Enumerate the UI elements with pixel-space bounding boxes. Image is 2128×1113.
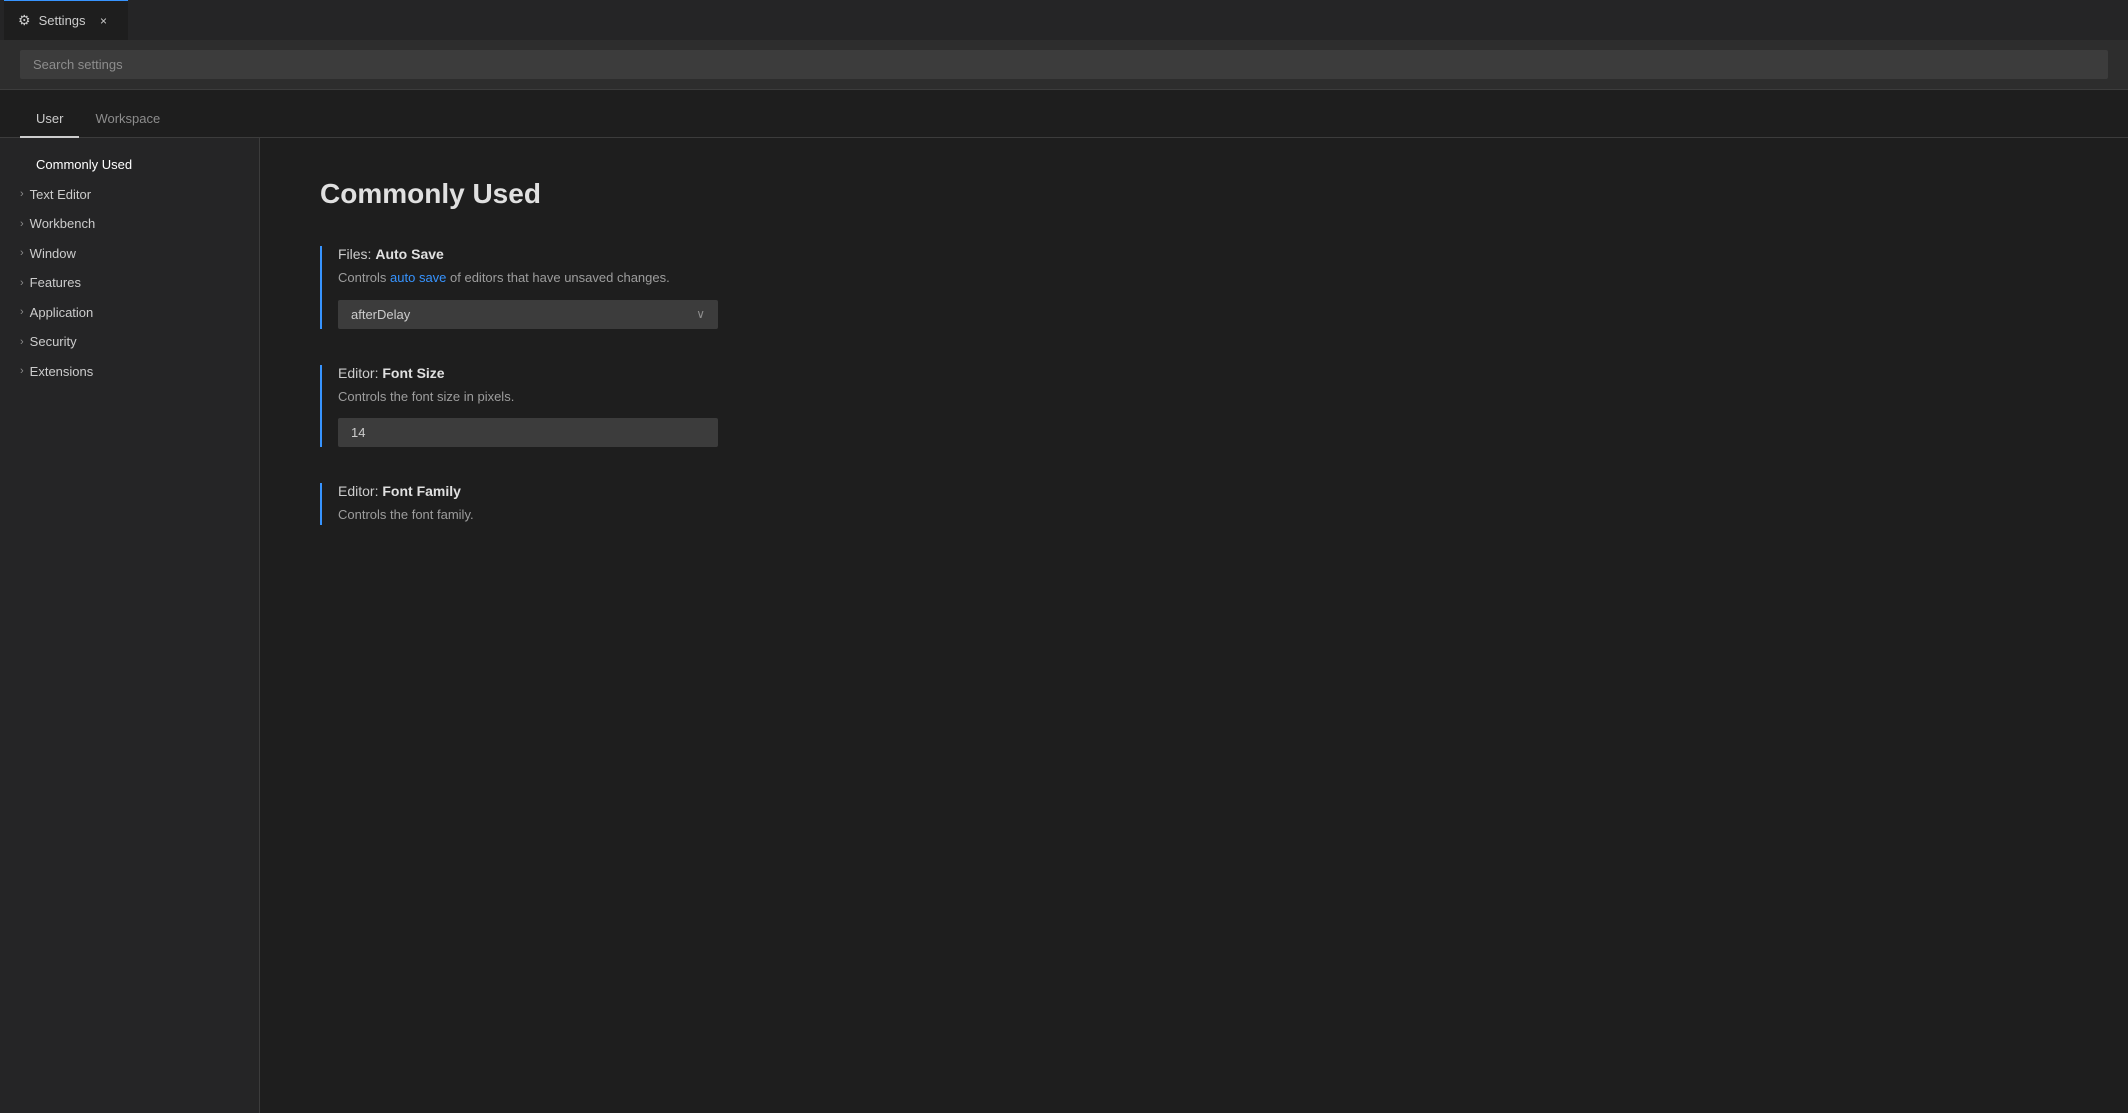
sidebar-item-text-editor[interactable]: › Text Editor (0, 180, 259, 210)
sidebar-item-label: Commonly Used (36, 155, 132, 175)
sidebar-item-label: Features (30, 273, 81, 293)
sidebar-item-window[interactable]: › Window (0, 239, 259, 269)
tab-bar: ⚙ Settings × (0, 0, 2128, 40)
tab-workspace[interactable]: Workspace (79, 101, 176, 138)
chevron-down-icon: ∨ (696, 307, 705, 321)
setting-desc-plain: Controls (338, 270, 390, 285)
setting-desc-plain: Controls the font size in pixels. (338, 389, 514, 404)
tab-user[interactable]: User (20, 101, 79, 138)
sidebar: Commonly Used › Text Editor › Workbench … (0, 138, 260, 1113)
setting-label-font-family: Editor: Font Family (338, 483, 2068, 499)
section-title: Commonly Used (320, 178, 2068, 210)
tab-label: Settings (39, 13, 86, 28)
setting-description-font-size: Controls the font size in pixels. (338, 387, 2068, 407)
auto-save-dropdown[interactable]: afterDelay ∨ (338, 300, 718, 329)
chevron-right-icon: › (20, 275, 24, 292)
settings-tab[interactable]: ⚙ Settings × (4, 0, 128, 40)
chevron-right-icon: › (20, 304, 24, 321)
chevron-right-icon: › (20, 245, 24, 262)
main-content: Commonly Used Files: Auto Save Controls … (260, 138, 2128, 1113)
settings-icon: ⚙ (18, 12, 31, 29)
setting-description-auto-save: Controls auto save of editors that have … (338, 268, 2068, 288)
chevron-right-icon: › (20, 216, 24, 233)
sidebar-item-application[interactable]: › Application (0, 298, 259, 328)
sidebar-item-label: Window (30, 244, 76, 264)
setting-label-prefix: Editor: (338, 483, 382, 499)
setting-label-auto-save: Files: Auto Save (338, 246, 2068, 262)
setting-label-bold: Font Family (382, 483, 461, 499)
content-area: Commonly Used › Text Editor › Workbench … (0, 138, 2128, 1113)
setting-auto-save: Files: Auto Save Controls auto save of e… (320, 246, 2068, 329)
main-layout: User Workspace Commonly Used › Text Edit… (0, 40, 2128, 1113)
sidebar-item-commonly-used[interactable]: Commonly Used (0, 150, 259, 180)
setting-label-font-size: Editor: Font Size (338, 365, 2068, 381)
sidebar-item-security[interactable]: › Security (0, 327, 259, 357)
setting-desc-plain: Controls the font family. (338, 507, 474, 522)
setting-font-family: Editor: Font Family Controls the font fa… (320, 483, 2068, 525)
setting-label-bold: Auto Save (375, 246, 443, 262)
setting-label-prefix: Editor: (338, 365, 382, 381)
sidebar-item-features[interactable]: › Features (0, 268, 259, 298)
settings-tabs-bar: User Workspace (0, 90, 2128, 138)
sidebar-item-label: Application (30, 303, 94, 323)
setting-desc-suffix: of editors that have unsaved changes. (446, 270, 669, 285)
sidebar-item-label: Text Editor (30, 185, 91, 205)
search-input[interactable] (20, 50, 2108, 79)
search-bar-container (0, 40, 2128, 90)
chevron-right-icon: › (20, 363, 24, 380)
setting-desc-link[interactable]: auto save (390, 270, 446, 285)
sidebar-item-label: Security (30, 332, 77, 352)
sidebar-item-label: Extensions (30, 362, 94, 382)
auto-save-dropdown-value: afterDelay (351, 307, 410, 322)
sidebar-item-label: Workbench (30, 214, 96, 234)
tab-close-button[interactable]: × (94, 11, 114, 31)
setting-description-font-family: Controls the font family. (338, 505, 2068, 525)
sidebar-item-workbench[interactable]: › Workbench (0, 209, 259, 239)
chevron-right-icon: › (20, 186, 24, 203)
setting-label-bold: Font Size (382, 365, 444, 381)
setting-label-prefix: Files: (338, 246, 375, 262)
sidebar-item-extensions[interactable]: › Extensions (0, 357, 259, 387)
setting-font-size: Editor: Font Size Controls the font size… (320, 365, 2068, 448)
chevron-right-icon: › (20, 334, 24, 351)
font-size-input[interactable] (338, 418, 718, 447)
